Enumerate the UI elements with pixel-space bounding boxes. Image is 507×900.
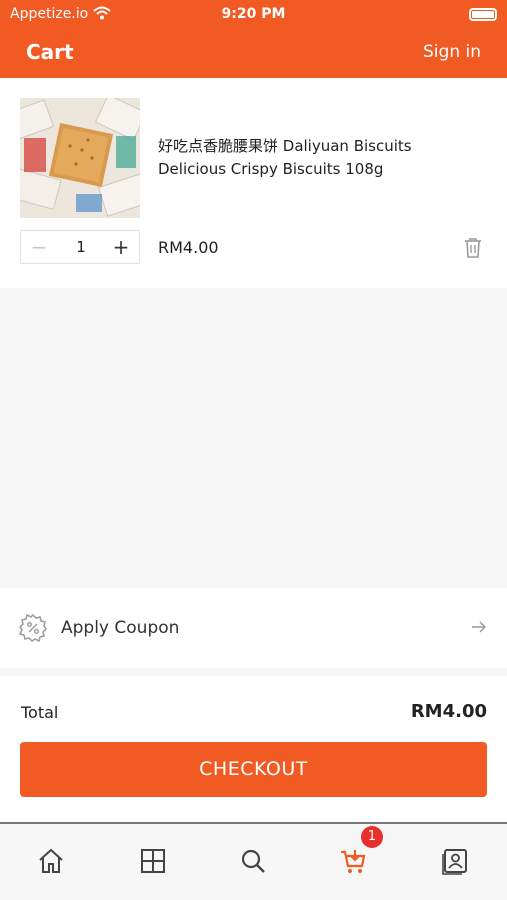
product-image[interactable] (20, 98, 140, 218)
quantity-stepper: − 1 + (20, 230, 140, 264)
search-icon[interactable] (238, 846, 268, 876)
quantity-value[interactable]: 1 (57, 231, 105, 263)
increase-quantity-button[interactable]: + (103, 231, 139, 263)
arrow-right-icon (471, 619, 487, 635)
sign-in-link[interactable]: Sign in (423, 42, 481, 62)
apply-coupon-row[interactable]: Apply Coupon (0, 588, 507, 668)
status-bar: Appetize.io 9:20 PM (0, 0, 507, 30)
bottom-tab-bar: 1 (0, 822, 507, 900)
apply-coupon-label: Apply Coupon (61, 618, 180, 638)
cart-item: 好吃点香脆腰果饼 Daliyuan Biscuits Delicious Cri… (0, 78, 507, 288)
checkout-button[interactable]: CHECKOUT (20, 742, 487, 797)
cart-badge: 1 (361, 826, 383, 848)
grid-icon[interactable] (138, 846, 168, 876)
battery-icon (469, 8, 497, 21)
order-summary: Total RM4.00 CHECKOUT (0, 676, 507, 822)
profile-icon[interactable] (440, 846, 470, 876)
decrease-quantity-button[interactable]: − (21, 231, 57, 263)
product-name[interactable]: 好吃点香脆腰果饼 Daliyuan Biscuits Delicious Cri… (158, 135, 478, 181)
coupon-icon (18, 613, 48, 643)
app-header: Cart Sign in (0, 30, 507, 78)
total-label: Total (21, 703, 59, 722)
cart-icon[interactable] (338, 846, 368, 876)
total-value: RM4.00 (410, 701, 487, 722)
trash-icon[interactable] (463, 237, 483, 259)
status-time: 9:20 PM (221, 6, 286, 22)
item-price: RM4.00 (158, 238, 219, 257)
page-title: Cart (26, 40, 74, 64)
home-icon[interactable] (36, 846, 66, 876)
